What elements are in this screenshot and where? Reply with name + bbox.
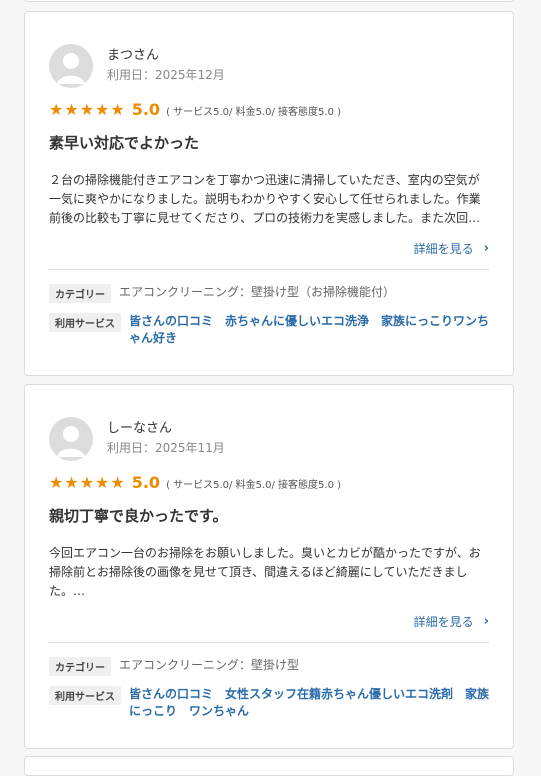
usage-date: 利用日：2025年11月: [107, 441, 225, 455]
rating-score: 5.0: [131, 100, 161, 119]
reviewer-name: しーなさん: [107, 421, 173, 436]
rating-score: 5.0: [131, 473, 161, 492]
review-title: 素早い対応でよかった: [49, 134, 200, 152]
category-tag: カテゴリー: [49, 657, 111, 676]
see-details-label: 詳細を見る: [413, 242, 474, 256]
services-row: 利用サービス 皆さんの口コミ 赤ちゃんに優しいエコ洗浄 家族にっこりワンちゃん好…: [49, 313, 489, 347]
reviewer-name: まつさん: [107, 48, 160, 63]
services-tag: 利用サービス: [49, 313, 121, 332]
chevron-right-icon: ›: [483, 241, 489, 256]
see-details-label: 詳細を見る: [413, 615, 474, 629]
review-body: ２台の掃除機能付きエアコンを丁寧かつ迅速に清掃していただき、室内の空気が一気に爽…: [49, 173, 481, 225]
see-details-link[interactable]: 詳細を見る ›: [414, 613, 489, 630]
services-tag: 利用サービス: [49, 686, 121, 705]
category-row: カテゴリー エアコンクリーニング：壁掛け型: [49, 657, 489, 676]
rating-breakdown: ( サービス5.0/ 料金5.0/ 接客態度5.0 ): [166, 107, 342, 118]
next-review-card-edge: [24, 756, 514, 776]
divider: [49, 642, 489, 643]
category-value: エアコンクリーニング：壁掛け型: [119, 658, 300, 672]
reviewer: まつさん 利用日：2025年12月: [49, 44, 489, 88]
review-title: 親切丁寧で良かったです。: [49, 507, 228, 525]
category-value: エアコンクリーニング：壁掛け型（お掃除機能付）: [119, 285, 396, 299]
services-value[interactable]: 皆さんの口コミ 女性スタッフ在籍赤ちゃん優しいエコ洗剤 家族にっこり ワンちゃん: [129, 686, 489, 720]
services-value[interactable]: 皆さんの口コミ 赤ちゃんに優しいエコ洗浄 家族にっこりワンちゃん好き: [129, 313, 489, 347]
rating-stars-icon: ★★★★★: [49, 473, 126, 492]
rating-stars-icon: ★★★★★: [49, 100, 126, 119]
services-row: 利用サービス 皆さんの口コミ 女性スタッフ在籍赤ちゃん優しいエコ洗剤 家族にっこ…: [49, 686, 489, 720]
divider: [49, 269, 489, 270]
usage-date: 利用日：2025年12月: [107, 68, 225, 82]
chevron-right-icon: ›: [483, 614, 489, 629]
rating: ★★★★★ 5.0 ( サービス5.0/ 料金5.0/ 接客態度5.0 ): [49, 473, 489, 492]
reviewer: しーなさん 利用日：2025年11月: [49, 417, 489, 461]
rating-breakdown: ( サービス5.0/ 料金5.0/ 接客態度5.0 ): [166, 480, 342, 491]
review-card: しーなさん 利用日：2025年11月 ★★★★★ 5.0 ( サービス5.0/ …: [24, 384, 514, 749]
category-row: カテゴリー エアコンクリーニング：壁掛け型（お掃除機能付）: [49, 284, 489, 303]
user-avatar-icon: [49, 417, 93, 461]
user-avatar-icon: [49, 44, 93, 88]
previous-review-card-edge: [24, 0, 514, 2]
review-body: 今回エアコン一台のお掃除をお願いしました。臭いとカビが酷かったですが、お掃除前と…: [49, 546, 481, 598]
rating: ★★★★★ 5.0 ( サービス5.0/ 料金5.0/ 接客態度5.0 ): [49, 100, 489, 119]
review-card: まつさん 利用日：2025年12月 ★★★★★ 5.0 ( サービス5.0/ 料…: [24, 11, 514, 376]
see-details-link[interactable]: 詳細を見る ›: [414, 240, 489, 257]
category-tag: カテゴリー: [49, 284, 111, 303]
